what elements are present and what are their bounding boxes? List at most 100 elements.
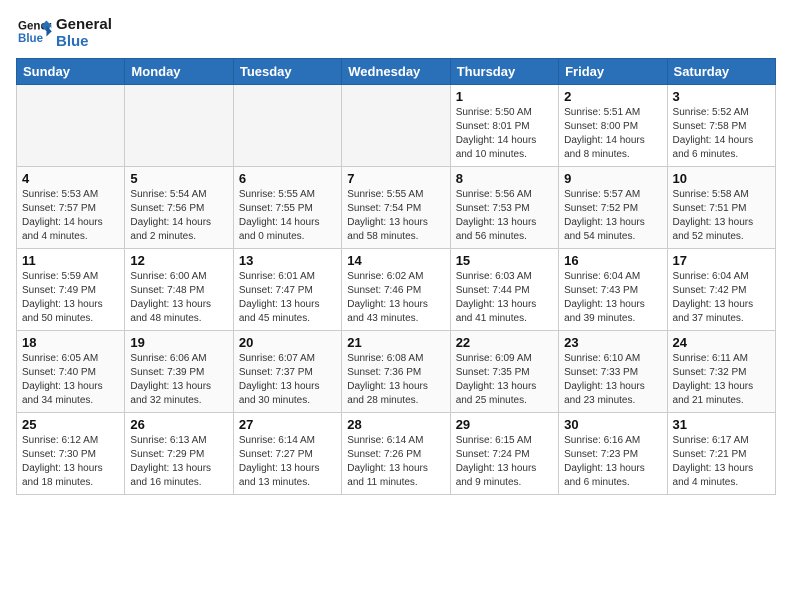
day-number: 6 xyxy=(239,171,336,186)
day-info: Sunrise: 6:05 AM Sunset: 7:40 PM Dayligh… xyxy=(22,352,119,408)
calendar-week-5: 25 Sunrise: 6:12 AM Sunset: 7:30 PM Dayli… xyxy=(17,413,776,495)
day-number: 31 xyxy=(673,417,770,432)
day-info: Sunrise: 6:14 AM Sunset: 7:27 PM Dayligh… xyxy=(239,434,336,490)
calendar-cell: 5 Sunrise: 5:54 AM Sunset: 7:56 PM Daylig… xyxy=(125,167,233,249)
logo-text-line2: Blue xyxy=(56,33,112,50)
day-number: 14 xyxy=(347,253,444,268)
calendar-cell: 27Sunrise: 6:14 AM Sunset: 7:27 PM Dayli… xyxy=(233,413,341,495)
calendar-cell: 16 Sunrise: 6:04 AM Sunset: 7:43 PM Dayli… xyxy=(559,249,667,331)
day-info: Sunrise: 6:02 AM Sunset: 7:46 PM Dayligh… xyxy=(347,270,444,326)
calendar-cell: 11Sunrise: 5:59 AM Sunset: 7:49 PM Dayli… xyxy=(17,249,125,331)
calendar-cell xyxy=(342,85,450,167)
col-header-sunday: Sunday xyxy=(17,59,125,85)
day-number: 20 xyxy=(239,335,336,350)
calendar-week-4: 18Sunrise: 6:05 AM Sunset: 7:40 PM Dayli… xyxy=(17,331,776,413)
day-number: 3 xyxy=(673,89,770,104)
day-info: Sunrise: 5:55 AM Sunset: 7:55 PM Dayligh… xyxy=(239,188,336,244)
calendar-cell: 19Sunrise: 6:06 AM Sunset: 7:39 PM Dayli… xyxy=(125,331,233,413)
day-info: Sunrise: 6:07 AM Sunset: 7:37 PM Dayligh… xyxy=(239,352,336,408)
day-number: 7 xyxy=(347,171,444,186)
day-info: Sunrise: 5:56 AM Sunset: 7:53 PM Dayligh… xyxy=(456,188,553,244)
day-number: 26 xyxy=(130,417,227,432)
page-header: General Blue General Blue xyxy=(16,16,776,50)
calendar-cell: 29 Sunrise: 6:15 AM Sunset: 7:24 PM Dayli… xyxy=(450,413,558,495)
col-header-thursday: Thursday xyxy=(450,59,558,85)
day-number: 4 xyxy=(22,171,119,186)
svg-text:Blue: Blue xyxy=(18,33,44,45)
day-number: 30 xyxy=(564,417,661,432)
day-info: Sunrise: 6:11 AM Sunset: 7:32 PM Dayligh… xyxy=(673,352,770,408)
calendar-table: SundayMondayTuesdayWednesdayThursdayFrid… xyxy=(16,58,776,495)
calendar-cell: 21 Sunrise: 6:08 AM Sunset: 7:36 PM Dayli… xyxy=(342,331,450,413)
day-info: Sunrise: 5:54 AM Sunset: 7:56 PM Dayligh… xyxy=(130,188,227,244)
calendar-cell: 17 Sunrise: 6:04 AM Sunset: 7:42 PM Dayli… xyxy=(667,249,775,331)
day-number: 13 xyxy=(239,253,336,268)
day-number: 24 xyxy=(673,335,770,350)
calendar-cell: 23Sunrise: 6:10 AM Sunset: 7:33 PM Dayli… xyxy=(559,331,667,413)
day-number: 1 xyxy=(456,89,553,104)
calendar-cell: 26Sunrise: 6:13 AM Sunset: 7:29 PM Dayli… xyxy=(125,413,233,495)
day-info: Sunrise: 6:04 AM Sunset: 7:42 PM Dayligh… xyxy=(673,270,770,326)
day-info: Sunrise: 6:15 AM Sunset: 7:24 PM Dayligh… xyxy=(456,434,553,490)
day-info: Sunrise: 6:16 AM Sunset: 7:23 PM Dayligh… xyxy=(564,434,661,490)
calendar-week-3: 11Sunrise: 5:59 AM Sunset: 7:49 PM Dayli… xyxy=(17,249,776,331)
col-header-wednesday: Wednesday xyxy=(342,59,450,85)
calendar-cell: 30 Sunrise: 6:16 AM Sunset: 7:23 PM Dayli… xyxy=(559,413,667,495)
calendar-cell: 7 Sunrise: 5:55 AM Sunset: 7:54 PM Daylig… xyxy=(342,167,450,249)
day-info: Sunrise: 5:55 AM Sunset: 7:54 PM Dayligh… xyxy=(347,188,444,244)
calendar-cell: 25 Sunrise: 6:12 AM Sunset: 7:30 PM Dayli… xyxy=(17,413,125,495)
day-number: 21 xyxy=(347,335,444,350)
calendar-cell: 22 Sunrise: 6:09 AM Sunset: 7:35 PM Dayli… xyxy=(450,331,558,413)
calendar-cell: 20 Sunrise: 6:07 AM Sunset: 7:37 PM Dayli… xyxy=(233,331,341,413)
calendar-week-1: 1 Sunrise: 5:50 AM Sunset: 8:01 PM Daylig… xyxy=(17,85,776,167)
day-number: 11 xyxy=(22,253,119,268)
calendar-cell: 6 Sunrise: 5:55 AM Sunset: 7:55 PM Daylig… xyxy=(233,167,341,249)
day-number: 10 xyxy=(673,171,770,186)
day-number: 29 xyxy=(456,417,553,432)
day-number: 12 xyxy=(130,253,227,268)
calendar-cell: 2 Sunrise: 5:51 AM Sunset: 8:00 PM Daylig… xyxy=(559,85,667,167)
calendar-cell: 1 Sunrise: 5:50 AM Sunset: 8:01 PM Daylig… xyxy=(450,85,558,167)
day-info: Sunrise: 6:01 AM Sunset: 7:47 PM Dayligh… xyxy=(239,270,336,326)
day-number: 5 xyxy=(130,171,227,186)
day-number: 2 xyxy=(564,89,661,104)
day-info: Sunrise: 6:00 AM Sunset: 7:48 PM Dayligh… xyxy=(130,270,227,326)
day-number: 19 xyxy=(130,335,227,350)
day-info: Sunrise: 6:04 AM Sunset: 7:43 PM Dayligh… xyxy=(564,270,661,326)
col-header-saturday: Saturday xyxy=(667,59,775,85)
logo-icon: General Blue xyxy=(16,17,52,49)
day-info: Sunrise: 6:03 AM Sunset: 7:44 PM Dayligh… xyxy=(456,270,553,326)
calendar-cell: 4 Sunrise: 5:53 AM Sunset: 7:57 PM Daylig… xyxy=(17,167,125,249)
day-info: Sunrise: 5:53 AM Sunset: 7:57 PM Dayligh… xyxy=(22,188,119,244)
day-info: Sunrise: 5:52 AM Sunset: 7:58 PM Dayligh… xyxy=(673,106,770,162)
calendar-cell: 15Sunrise: 6:03 AM Sunset: 7:44 PM Dayli… xyxy=(450,249,558,331)
logo-text-line1: General xyxy=(56,16,112,33)
day-number: 16 xyxy=(564,253,661,268)
calendar-cell: 13 Sunrise: 6:01 AM Sunset: 7:47 PM Dayli… xyxy=(233,249,341,331)
day-number: 23 xyxy=(564,335,661,350)
calendar-header-row: SundayMondayTuesdayWednesdayThursdayFrid… xyxy=(17,59,776,85)
day-number: 25 xyxy=(22,417,119,432)
col-header-monday: Monday xyxy=(125,59,233,85)
day-info: Sunrise: 5:50 AM Sunset: 8:01 PM Dayligh… xyxy=(456,106,553,162)
col-header-tuesday: Tuesday xyxy=(233,59,341,85)
calendar-cell xyxy=(17,85,125,167)
calendar-week-2: 4 Sunrise: 5:53 AM Sunset: 7:57 PM Daylig… xyxy=(17,167,776,249)
calendar-cell xyxy=(125,85,233,167)
day-info: Sunrise: 6:09 AM Sunset: 7:35 PM Dayligh… xyxy=(456,352,553,408)
calendar-cell: 8Sunrise: 5:56 AM Sunset: 7:53 PM Daylig… xyxy=(450,167,558,249)
day-info: Sunrise: 6:08 AM Sunset: 7:36 PM Dayligh… xyxy=(347,352,444,408)
calendar-cell: 9 Sunrise: 5:57 AM Sunset: 7:52 PM Daylig… xyxy=(559,167,667,249)
day-info: Sunrise: 6:12 AM Sunset: 7:30 PM Dayligh… xyxy=(22,434,119,490)
calendar-cell xyxy=(233,85,341,167)
col-header-friday: Friday xyxy=(559,59,667,85)
day-info: Sunrise: 5:51 AM Sunset: 8:00 PM Dayligh… xyxy=(564,106,661,162)
day-number: 28 xyxy=(347,417,444,432)
calendar-cell: 10Sunrise: 5:58 AM Sunset: 7:51 PM Dayli… xyxy=(667,167,775,249)
day-number: 17 xyxy=(673,253,770,268)
day-number: 9 xyxy=(564,171,661,186)
day-info: Sunrise: 5:57 AM Sunset: 7:52 PM Dayligh… xyxy=(564,188,661,244)
calendar-cell: 24 Sunrise: 6:11 AM Sunset: 7:32 PM Dayli… xyxy=(667,331,775,413)
logo: General Blue General Blue xyxy=(16,16,112,50)
day-number: 22 xyxy=(456,335,553,350)
